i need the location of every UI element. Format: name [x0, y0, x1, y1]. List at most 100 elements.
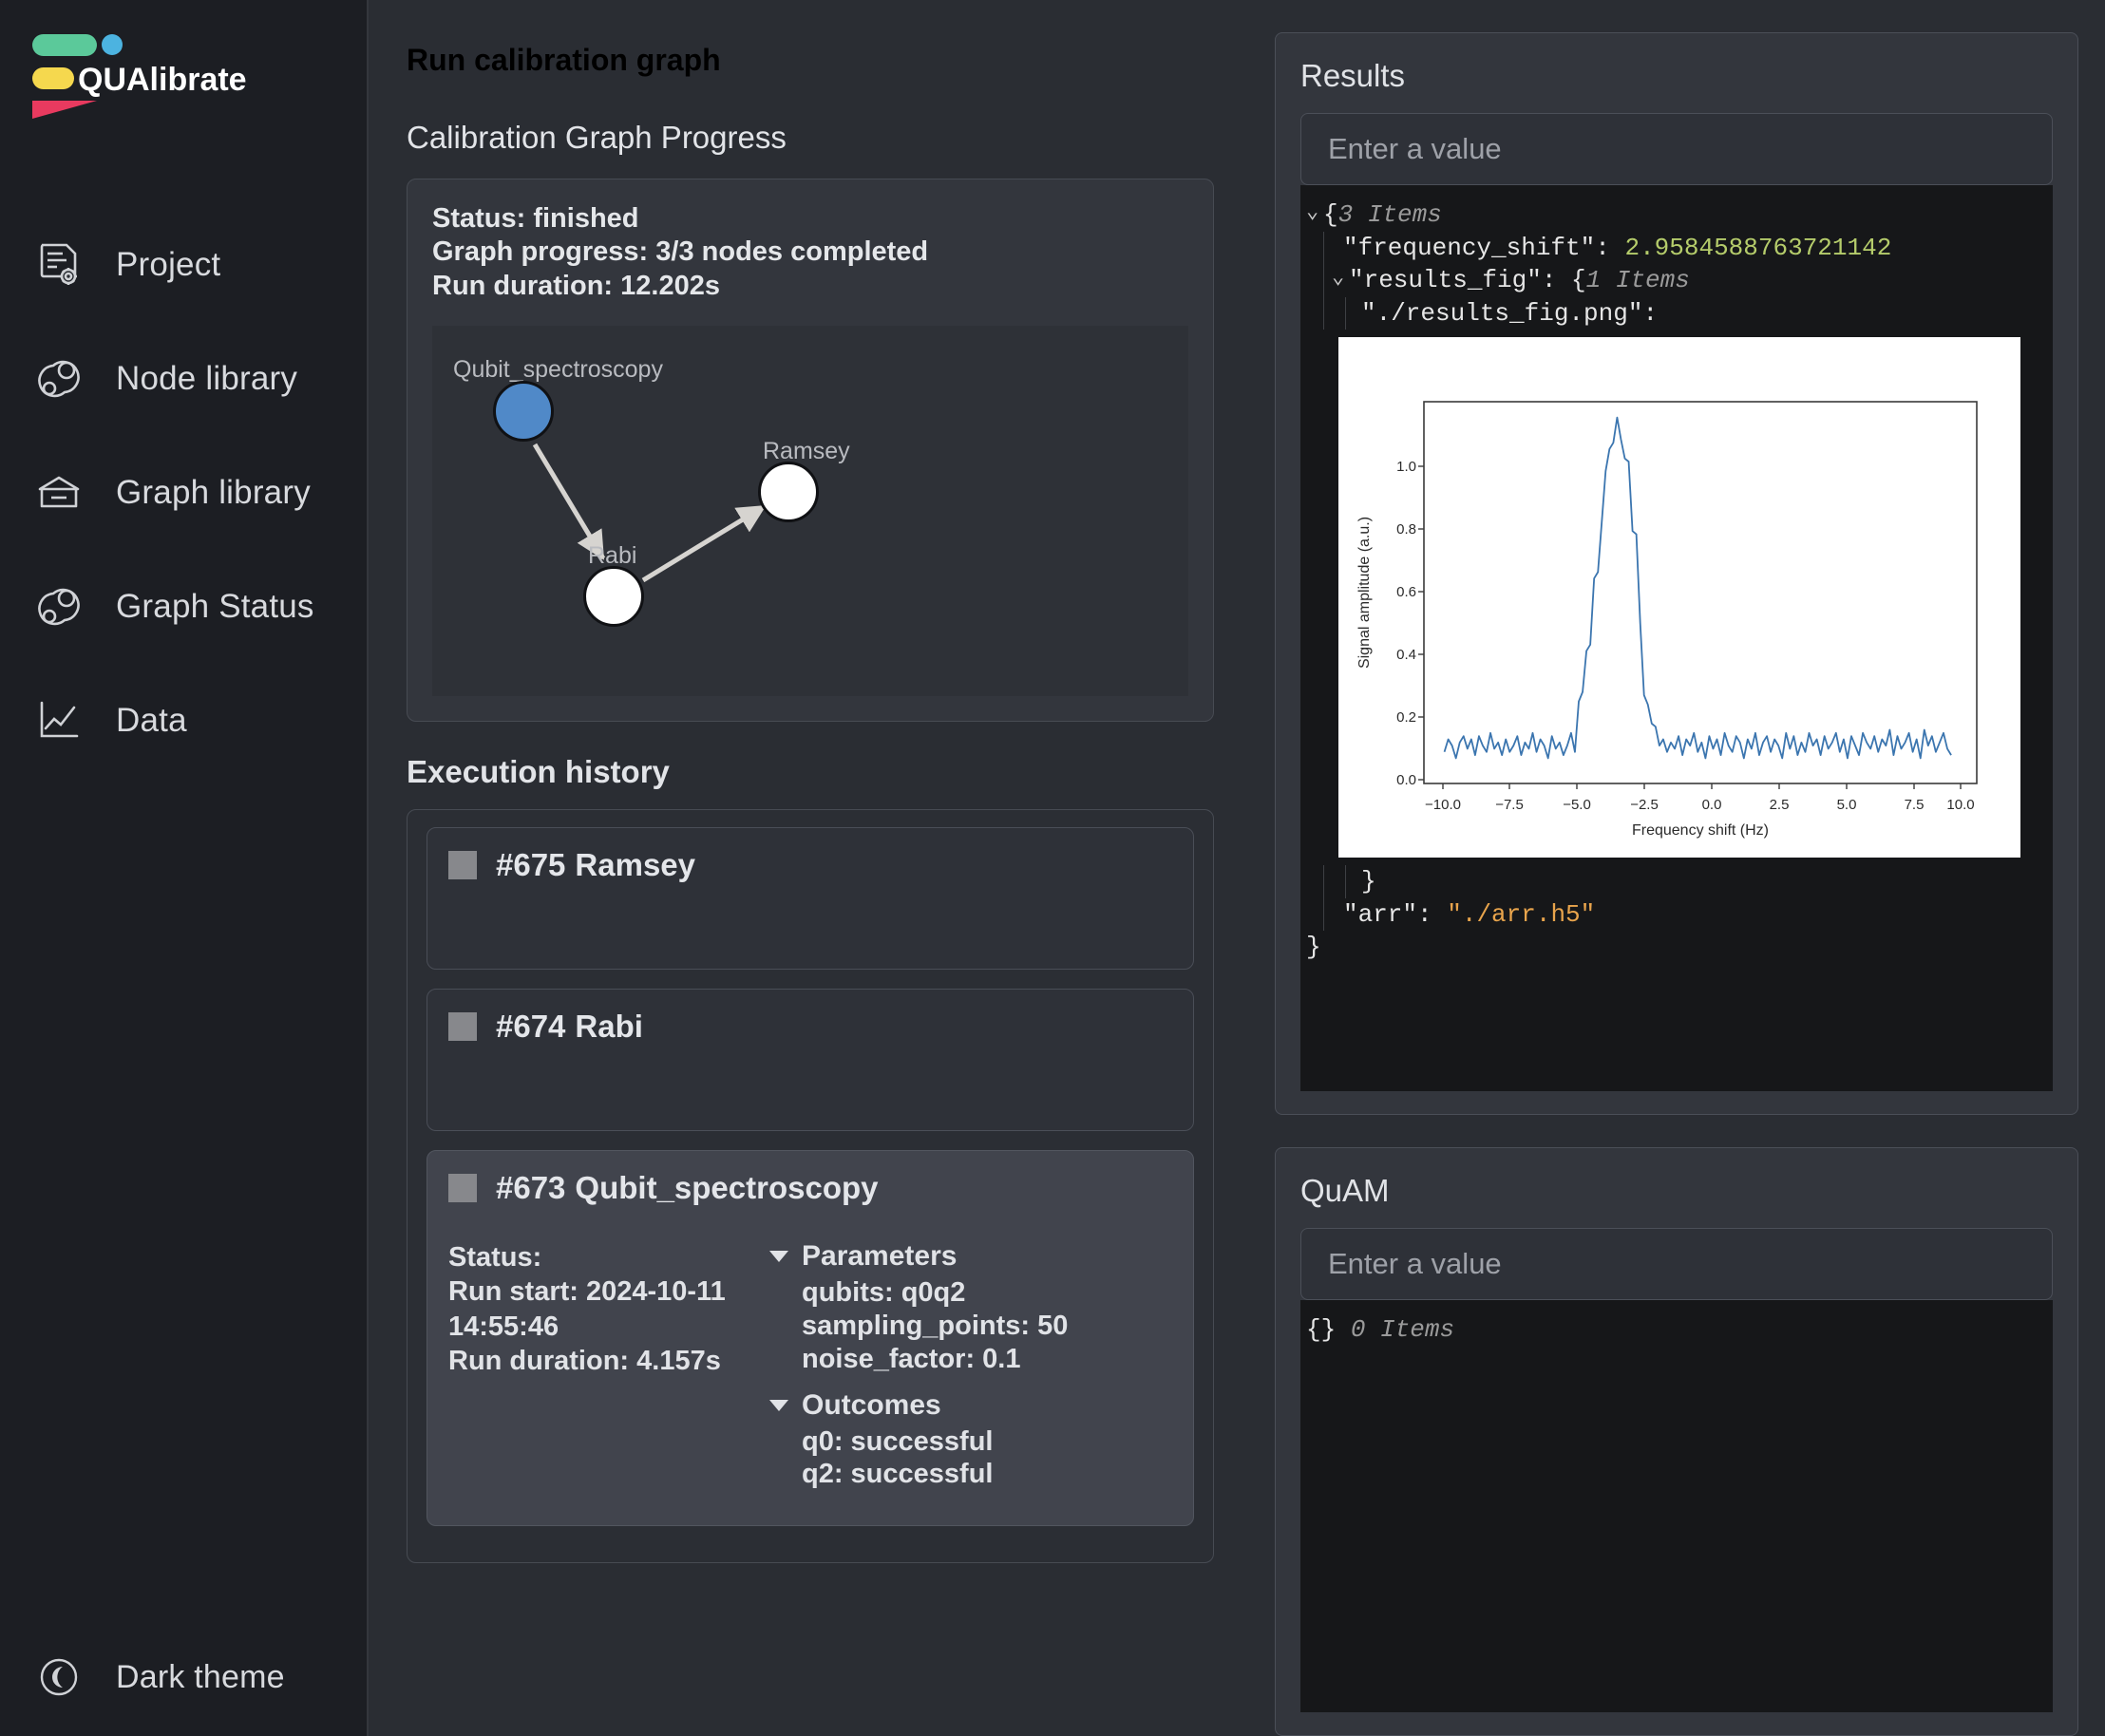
brand-logo[interactable]: QUAlibrate: [27, 27, 312, 129]
sidebar-item-node-library[interactable]: Node library: [0, 349, 367, 408]
svg-text:1.0: 1.0: [1396, 459, 1416, 475]
json-arr-value: "./arr.h5": [1447, 899, 1596, 929]
sidebar-item-graph-library[interactable]: Graph library: [0, 463, 367, 522]
svg-text:0.6: 0.6: [1396, 584, 1416, 600]
execution-history-item-674[interactable]: #674 Rabi: [427, 989, 1194, 1132]
quam-input-placeholder: Enter a value: [1328, 1247, 1502, 1280]
graph-node-qubit-spectroscopy[interactable]: [493, 381, 554, 443]
svg-text:−5.0: −5.0: [1563, 797, 1591, 813]
json-close-root: }: [1306, 933, 1321, 962]
status-swatch-icon: [448, 1174, 477, 1203]
qualibrate-logo-icon: QUAlibrate: [32, 34, 247, 119]
sidebar-item-label: Data: [116, 702, 187, 739]
json-arr-key: "arr":: [1343, 899, 1432, 929]
json-root-count: 3 Items: [1337, 200, 1442, 229]
sidebar-item-label: Graph library: [116, 474, 311, 511]
exec-item-trees: Parameters qubits: q0q2 sampling_points:…: [762, 1240, 1172, 1504]
exec-item-name: Ramsey: [575, 847, 696, 883]
outcomes-items: q0: successful q2: successful: [769, 1425, 1172, 1492]
sidebar-item-data[interactable]: Data: [0, 691, 367, 750]
outcomes-label: Outcomes: [802, 1388, 941, 1421]
parameter-qubits: qubits: q0q2: [802, 1277, 966, 1309]
exec-item-id: #673: [496, 1170, 566, 1206]
graph-node-label-ramsey: Ramsey: [763, 438, 850, 465]
svg-text:0.0: 0.0: [1396, 772, 1416, 788]
calibration-graph-canvas[interactable]: Qubit_spectroscopy Rabi Ramsey: [432, 326, 1188, 697]
execution-history-title: Execution history: [407, 754, 670, 790]
line-chart-icon: [32, 694, 85, 747]
sidebar-item-graph-status[interactable]: Graph Status: [0, 577, 367, 636]
results-panel: Results Enter a value ⌄{3 Items "frequen…: [1275, 32, 2078, 1115]
exec-item-name: Rabi: [575, 1009, 643, 1045]
outcome-q0: q0: successful: [802, 1425, 994, 1457]
chart-xlabel: Frequency shift (Hz): [1632, 822, 1769, 839]
outcomes-disclosure[interactable]: Outcomes: [769, 1389, 1172, 1422]
dark-theme-toggle[interactable]: Dark theme: [32, 1651, 285, 1704]
sidebar-item-project[interactable]: Project: [0, 236, 367, 294]
exec-item-meta: Status: Run start: 2024-10-11 14:55:46 R…: [448, 1240, 762, 1504]
sidebar-item-label: Project: [116, 246, 221, 283]
json-close-root-row: }: [1300, 931, 2053, 964]
json-frequency-shift-value: 2.9584588763721142: [1624, 233, 1892, 262]
parameters-label: Parameters: [802, 1240, 958, 1273]
moon-icon: [32, 1651, 85, 1704]
calibration-progress-panel: Status: finished Graph progress: 3/3 nod…: [407, 179, 1214, 723]
graph-node-label-qubit-spectroscopy: Qubit_spectroscopy: [453, 356, 663, 384]
parameter-noise-factor: noise_factor: 0.1: [802, 1343, 1021, 1374]
chevron-down-icon: [769, 1251, 788, 1263]
svg-text:0.4: 0.4: [1396, 647, 1416, 663]
results-json-viewer[interactable]: ⌄{3 Items "frequency_shift": 2.958458876…: [1300, 185, 2053, 1091]
quam-empty-count: 0 Items: [1350, 1315, 1455, 1344]
node-graph-icon: [32, 352, 85, 406]
parameter-sampling-points: sampling_points: 50: [802, 1310, 1069, 1341]
exec-run-start-time: 14:55:46: [448, 1311, 559, 1342]
json-results-fig-count: 1 Items: [1585, 266, 1690, 295]
sidebar-item-label: Node library: [116, 360, 298, 397]
svg-text:7.5: 7.5: [1905, 797, 1925, 813]
outcome-q2: q2: successful: [802, 1459, 994, 1490]
exec-item-header: #673 Qubit_spectroscopy: [448, 1170, 1172, 1206]
json-frequency-shift-row: "frequency_shift": 2.9584588763721142: [1300, 231, 2053, 265]
svg-text:0.2: 0.2: [1396, 709, 1416, 726]
graph-node-rabi[interactable]: [583, 566, 644, 628]
chevron-down-icon[interactable]: ⌄: [1332, 264, 1349, 293]
svg-text:−2.5: −2.5: [1630, 797, 1659, 813]
progress-status-lines: Status: finished Graph progress: 3/3 nod…: [408, 179, 1213, 312]
sidebar: QUAlibrate Project Node library Graph li…: [0, 0, 369, 1736]
quam-json-viewer[interactable]: {} 0 Items: [1300, 1300, 2053, 1712]
status-swatch-icon: [448, 851, 477, 880]
json-fig-path-row: "./results_fig.png":: [1300, 296, 2053, 330]
svg-text:0.0: 0.0: [1702, 797, 1722, 813]
results-input-placeholder: Enter a value: [1328, 132, 1502, 165]
quam-panel: QuAM Enter a value {} 0 Items: [1275, 1147, 2078, 1736]
execution-history-item-673[interactable]: #673 Qubit_spectroscopy Status: Run star…: [427, 1150, 1194, 1527]
chevron-down-icon[interactable]: ⌄: [1306, 198, 1323, 228]
json-results-fig-row[interactable]: ⌄ "results_fig": {1 Items: [1300, 264, 2053, 297]
sidebar-item-label: Graph Status: [116, 588, 314, 625]
dark-theme-label: Dark theme: [116, 1658, 285, 1695]
svg-text:2.5: 2.5: [1770, 797, 1790, 813]
parameters-disclosure[interactable]: Parameters: [769, 1240, 1172, 1273]
execution-history-item-675[interactable]: #675 Ramsey: [427, 827, 1194, 971]
svg-text:10.0: 10.0: [1946, 797, 1974, 813]
page-title: Run calibration graph: [407, 0, 1214, 120]
json-arr-row: "arr": "./arr.h5": [1300, 897, 2053, 932]
svg-text:5.0: 5.0: [1837, 797, 1857, 813]
svg-text:0.8: 0.8: [1396, 521, 1416, 538]
svg-text:−7.5: −7.5: [1495, 797, 1524, 813]
right-column: Results Enter a value ⌄{3 Items "frequen…: [1252, 0, 2105, 1736]
json-root-row[interactable]: ⌄{3 Items: [1300, 198, 2053, 232]
exec-item-name: Qubit_spectroscopy: [575, 1170, 879, 1206]
quam-value-input[interactable]: Enter a value: [1300, 1228, 2053, 1300]
exec-run-duration: Run duration: 4.157s: [448, 1345, 721, 1376]
exec-item-header: #675 Ramsey: [448, 847, 1172, 883]
archive-box-icon: [32, 466, 85, 519]
chevron-down-icon: [769, 1399, 788, 1411]
results-value-input[interactable]: Enter a value: [1300, 113, 2053, 185]
graph-node-ramsey[interactable]: [758, 462, 819, 523]
main-content: Run calibration graph Calibration Graph …: [369, 0, 1252, 1736]
results-figure-image: 0.0 0.2 0.4 0.6 0.8 1.0 −10.0 −7.5 −5.0 …: [1338, 337, 2020, 859]
exec-run-start: Run start: 2024-10-11: [448, 1276, 726, 1308]
execution-history-list: #675 Ramsey #674 Rabi #673 Qubit_spectro…: [407, 809, 1214, 1564]
quam-empty-brace: {}: [1306, 1315, 1337, 1344]
